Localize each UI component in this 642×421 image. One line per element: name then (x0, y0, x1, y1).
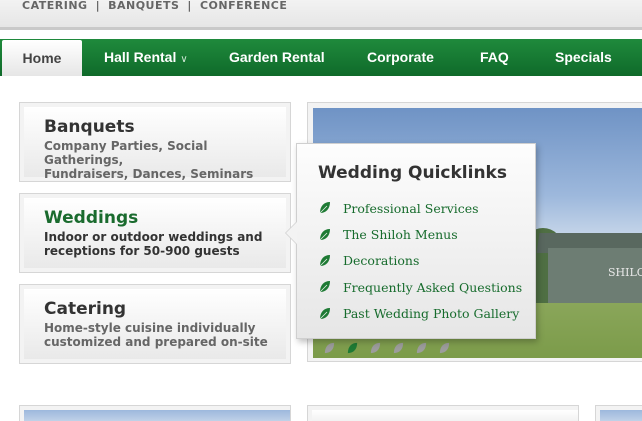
tag-links: CATERING | BANQUETS | CONFERENCE (22, 0, 287, 12)
quicklink-label: The Shiloh Menus (343, 227, 458, 243)
weddings-desc-line: Indoor or outdoor weddings and (44, 230, 263, 244)
nav-corporate-label: Corporate (367, 49, 434, 65)
nav-specials[interactable]: Specials (555, 39, 612, 76)
weddings-card-inner: Weddings Indoor or outdoor weddings and … (24, 198, 286, 268)
quicklink-label: Professional Services (343, 200, 479, 216)
nav-garden-rental[interactable]: Garden Rental (229, 39, 325, 76)
catering-desc-line: Home-style cuisine individually (44, 321, 256, 335)
nav-corporate[interactable]: Corporate (367, 39, 434, 76)
quicklink-professional-services[interactable]: Professional Services (318, 195, 535, 221)
tag-separator: | (187, 0, 192, 12)
nav-garden-rental-label: Garden Rental (229, 49, 325, 65)
bottom-thumbnail[interactable] (595, 405, 642, 421)
slide-dot-icon[interactable] (369, 342, 382, 355)
quicklink-faq[interactable]: Frequently Asked Questions (318, 274, 535, 300)
banquets-card[interactable]: Banquets Company Parties, Social Gatheri… (19, 102, 291, 182)
leaf-icon (319, 254, 330, 267)
catering-title: Catering (44, 299, 127, 319)
quicklink-photo-gallery[interactable]: Past Wedding Photo Gallery (318, 301, 535, 327)
slide-dot-icon[interactable] (438, 342, 451, 355)
quicklink-label: Frequently Asked Questions (343, 279, 523, 295)
catering-card-inner: Catering Home-style cuisine individually… (24, 289, 286, 359)
weddings-desc: Indoor or outdoor weddings and reception… (44, 230, 286, 258)
catering-card[interactable]: Catering Home-style cuisine individually… (19, 284, 291, 364)
banquets-desc: Company Parties, Social Gatherings, Fund… (44, 139, 286, 181)
bottom-thumbnail[interactable] (19, 405, 291, 421)
banquets-title: Banquets (44, 117, 135, 137)
tag-link-conference[interactable]: CONFERENCE (200, 0, 287, 12)
weddings-card[interactable]: Weddings Indoor or outdoor weddings and … (19, 193, 291, 273)
quicklink-label: Past Wedding Photo Gallery (343, 306, 520, 322)
thumbnail-image (600, 410, 642, 421)
quicklink-shiloh-menus[interactable]: The Shiloh Menus (318, 221, 535, 247)
thumbnail-image (312, 410, 578, 421)
photo-building-sign: SHILOH (608, 266, 642, 279)
nav-home-tab[interactable]: Home (2, 40, 82, 76)
banquets-card-inner: Banquets Company Parties, Social Gatheri… (24, 107, 286, 181)
slideshow-dots (323, 342, 451, 355)
nav-faq[interactable]: FAQ (480, 39, 509, 76)
tag-separator: | (95, 0, 101, 12)
main-nav: Home Hall Rental ∨ Garden Rental Corporat… (0, 39, 642, 76)
nav-hall-rental[interactable]: Hall Rental ∨ (104, 39, 188, 76)
slide-dot-active-icon[interactable] (346, 342, 359, 355)
chevron-down-icon: ∨ (180, 54, 188, 65)
leaf-icon (319, 202, 330, 214)
leaf-icon (319, 281, 330, 293)
thumbnail-image (24, 410, 290, 421)
top-header: CATERING | BANQUETS | CONFERENCE (0, 0, 642, 30)
slide-dot-icon[interactable] (415, 342, 428, 355)
weddings-title: Weddings (44, 208, 139, 228)
wedding-quicklinks-popup: Wedding Quicklinks Professional Services… (285, 143, 536, 339)
quicklink-label: Decorations (343, 253, 420, 269)
quicklink-decorations[interactable]: Decorations (318, 248, 535, 274)
bottom-thumbnail[interactable] (307, 405, 579, 421)
nav-hall-rental-label: Hall Rental (104, 49, 177, 65)
catering-desc-line: customized and prepared on-site (44, 335, 268, 349)
quicklinks-list: Professional Services The Shiloh Menus D… (318, 195, 535, 327)
popup-pointer (286, 222, 297, 244)
tag-link-banquets[interactable]: BANQUETS (108, 0, 179, 12)
slide-dot-icon[interactable] (323, 342, 336, 355)
banquets-desc-line: Company Parties, Social Gatherings, (44, 139, 208, 167)
catering-desc: Home-style cuisine individually customiz… (44, 321, 286, 349)
popup-title: Wedding Quicklinks (318, 163, 507, 183)
slide-dot-icon[interactable] (392, 342, 405, 355)
nav-specials-label: Specials (555, 49, 612, 65)
nav-home-label: Home (22, 50, 62, 66)
weddings-desc-line: receptions for 50-900 guests (44, 244, 240, 258)
nav-faq-label: FAQ (480, 49, 509, 65)
leaf-icon (319, 307, 330, 320)
tag-link-catering[interactable]: CATERING (22, 0, 88, 12)
banquets-desc-line: Fundraisers, Dances, Seminars (44, 167, 254, 181)
leaf-icon (319, 228, 330, 240)
